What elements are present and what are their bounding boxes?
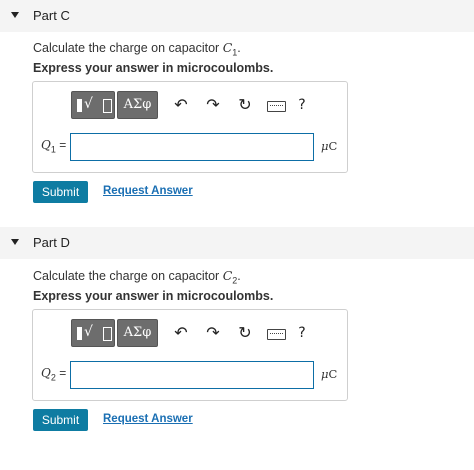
undo-icon[interactable]: ↶ bbox=[169, 319, 193, 347]
answer-instruction: Express your answer in microcoulombs. bbox=[33, 289, 274, 303]
part-d-header[interactable]: Part D bbox=[0, 227, 474, 259]
answer-box: √ ΑΣφ ↶ ↷ ↻ ? Q2 = μC bbox=[32, 309, 348, 401]
keyboard-icon[interactable] bbox=[261, 91, 291, 119]
help-icon[interactable]: ? bbox=[291, 91, 313, 119]
request-answer-link[interactable]: Request Answer bbox=[103, 185, 193, 197]
answer-input[interactable] bbox=[70, 361, 314, 389]
collapse-caret-icon[interactable] bbox=[11, 12, 19, 18]
question-prompt: Calculate the charge on capacitor C2. bbox=[33, 268, 241, 286]
greek-symbols-button[interactable]: ΑΣφ bbox=[117, 319, 158, 347]
sqrt-icon: √ bbox=[84, 324, 93, 340]
sqrt-icon: √ bbox=[84, 96, 93, 112]
redo-icon[interactable]: ↷ bbox=[201, 319, 225, 347]
answer-input[interactable] bbox=[70, 133, 314, 161]
unit-label: μC bbox=[321, 139, 338, 153]
answer-box: √ ΑΣφ ↶ ↷ ↻ ? Q1 = μC bbox=[32, 81, 348, 173]
box-icon bbox=[103, 99, 112, 113]
reset-icon[interactable]: ↻ bbox=[233, 91, 257, 119]
undo-icon[interactable]: ↶ bbox=[169, 91, 193, 119]
submit-button[interactable]: Submit bbox=[33, 181, 88, 203]
part-title: Part D bbox=[33, 235, 70, 250]
collapse-caret-icon[interactable] bbox=[11, 239, 19, 245]
answer-instruction: Express your answer in microcoulombs. bbox=[33, 61, 274, 75]
submit-button[interactable]: Submit bbox=[33, 409, 88, 431]
unit-label: μC bbox=[321, 367, 338, 381]
redo-icon[interactable]: ↷ bbox=[201, 91, 225, 119]
answer-variable-label: Q2 = bbox=[41, 366, 67, 383]
math-toolbar: √ ΑΣφ ↶ ↷ ↻ ? bbox=[71, 319, 309, 347]
request-answer-link[interactable]: Request Answer bbox=[103, 413, 193, 425]
math-toolbar: √ ΑΣφ ↶ ↷ ↻ ? bbox=[71, 91, 309, 119]
help-icon[interactable]: ? bbox=[291, 319, 313, 347]
reset-icon[interactable]: ↻ bbox=[233, 319, 257, 347]
keyboard-icon[interactable] bbox=[261, 319, 291, 347]
part-c-header[interactable]: Part C bbox=[0, 0, 474, 32]
block-icon bbox=[77, 99, 82, 112]
block-icon bbox=[77, 327, 82, 340]
part-title: Part C bbox=[33, 8, 70, 23]
answer-variable-label: Q1 = bbox=[41, 138, 67, 155]
templates-button[interactable]: √ bbox=[71, 91, 115, 119]
greek-symbols-button[interactable]: ΑΣφ bbox=[117, 91, 158, 119]
box-icon bbox=[103, 327, 112, 341]
templates-button[interactable]: √ bbox=[71, 319, 115, 347]
question-prompt: Calculate the charge on capacitor C1. bbox=[33, 40, 241, 58]
